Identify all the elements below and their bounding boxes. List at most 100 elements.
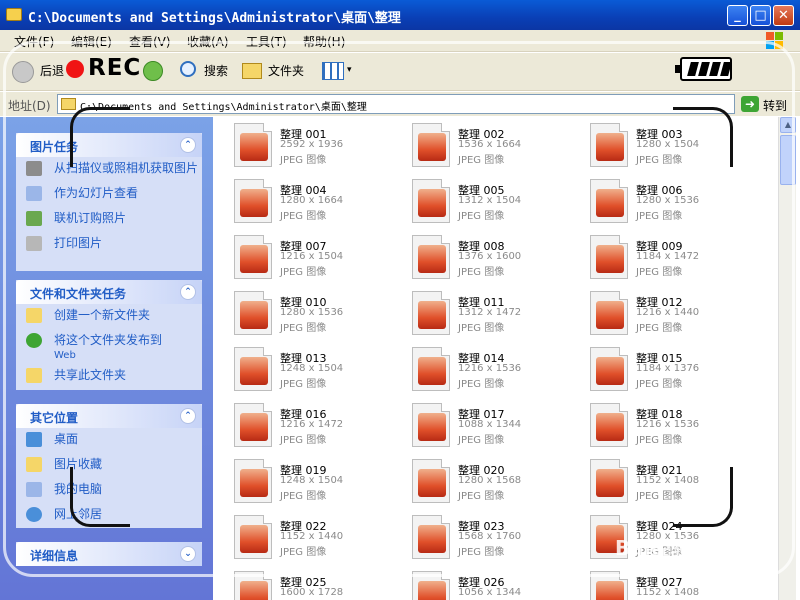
file-item[interactable]: 整理 006 1280 x 1536 JPEG 图像 bbox=[580, 175, 750, 225]
file-item[interactable]: 整理 019 1248 x 1504 JPEG 图像 bbox=[224, 455, 394, 505]
search-icon bbox=[180, 61, 196, 77]
file-item[interactable]: 整理 004 1280 x 1664 JPEG 图像 bbox=[224, 175, 394, 225]
menu-view[interactable]: 查看(V) bbox=[129, 33, 171, 50]
file-type: JPEG 图像 bbox=[280, 547, 327, 558]
file-item[interactable]: 整理 0271152 x 1408JPEG 图像 bbox=[580, 567, 750, 600]
my-computer-icon bbox=[26, 482, 42, 497]
menu-edit[interactable]: 编辑(E) bbox=[71, 33, 112, 50]
search-button[interactable]: 搜索 bbox=[204, 62, 228, 79]
publish-web-icon bbox=[26, 333, 42, 348]
file-item[interactable]: 整理 011 1312 x 1472 JPEG 图像 bbox=[402, 287, 572, 337]
back-button[interactable]: 后退 bbox=[40, 62, 64, 79]
task-print[interactable]: 打印图片 bbox=[26, 236, 202, 256]
collapse-icon[interactable]: ⌃ bbox=[180, 137, 196, 153]
menu-file[interactable]: 文件(F) bbox=[14, 33, 54, 50]
file-dimensions: 1088 x 1344 bbox=[458, 419, 522, 430]
go-arrow-icon[interactable]: ➜ bbox=[741, 96, 759, 112]
file-item[interactable]: 整理 016 1216 x 1472 JPEG 图像 bbox=[224, 399, 394, 449]
file-item[interactable]: 整理 014 1216 x 1536 JPEG 图像 bbox=[402, 343, 572, 393]
task-slideshow[interactable]: 作为幻灯片查看 bbox=[26, 186, 202, 206]
task-share-folder[interactable]: 共享此文件夹 bbox=[26, 368, 202, 388]
file-item[interactable]: 整理 0251600 x 1728JPEG 图像 bbox=[224, 567, 394, 600]
scroll-up-icon[interactable]: ▲ bbox=[780, 117, 796, 133]
task-publish-web[interactable]: 将这个文件夹发布到 Web bbox=[26, 333, 202, 363]
file-item[interactable]: 整理 010 1280 x 1536 JPEG 图像 bbox=[224, 287, 394, 337]
file-item[interactable]: 整理 018 1216 x 1536 JPEG 图像 bbox=[580, 399, 750, 449]
rec-label: REC bbox=[88, 55, 142, 81]
picture-tasks-header[interactable]: 图片任务 ⌃ bbox=[16, 133, 202, 157]
close-button[interactable]: ✕ bbox=[773, 5, 794, 26]
file-dimensions: 1184 x 1472 bbox=[636, 251, 700, 262]
other-places-header[interactable]: 其它位置 ⌃ bbox=[16, 404, 202, 428]
file-type: JPEG 图像 bbox=[636, 491, 683, 502]
views-dropdown-icon[interactable]: ▾ bbox=[347, 65, 352, 75]
details-header[interactable]: 详细信息 ⌄ bbox=[16, 542, 202, 566]
vertical-scrollbar[interactable]: ▲ bbox=[778, 117, 796, 600]
place-my-computer[interactable]: 我的电脑 bbox=[26, 482, 202, 502]
place-label: 桌面 bbox=[54, 432, 79, 446]
file-dimensions: 1216 x 1472 bbox=[280, 419, 344, 430]
file-item[interactable]: 整理 022 1152 x 1440 JPEG 图像 bbox=[224, 511, 394, 561]
place-my-pictures[interactable]: 图片收藏 bbox=[26, 457, 202, 477]
maximize-button[interactable]: □ bbox=[750, 5, 771, 26]
collapse-icon[interactable]: ⌃ bbox=[180, 408, 196, 424]
camera-icon bbox=[26, 161, 42, 176]
menu-favorites[interactable]: 收藏(A) bbox=[187, 33, 229, 50]
file-item[interactable]: 整理 009 1184 x 1472 JPEG 图像 bbox=[580, 231, 750, 281]
file-tasks-header[interactable]: 文件和文件夹任务 ⌃ bbox=[16, 280, 202, 304]
place-label: 图片收藏 bbox=[54, 457, 103, 471]
file-type: JPEG 图像 bbox=[280, 435, 327, 446]
go-button[interactable]: 转到 bbox=[763, 97, 787, 114]
jpeg-thumbnail-icon bbox=[234, 403, 272, 447]
task-label: 作为幻灯片查看 bbox=[54, 186, 139, 200]
up-folder-icon[interactable] bbox=[143, 61, 163, 81]
file-type: JPEG 图像 bbox=[636, 547, 683, 558]
file-item[interactable]: 整理 013 1248 x 1504 JPEG 图像 bbox=[224, 343, 394, 393]
other-places-title: 其它位置 bbox=[30, 411, 79, 425]
file-item[interactable]: 整理 021 1152 x 1408 JPEG 图像 bbox=[580, 455, 750, 505]
address-input[interactable]: C:\Documents and Settings\Administrator\… bbox=[57, 94, 735, 114]
file-dimensions: 1216 x 1536 bbox=[458, 363, 522, 374]
task-label: 共享此文件夹 bbox=[54, 368, 127, 382]
collapse-icon[interactable]: ⌃ bbox=[180, 284, 196, 300]
file-item[interactable]: 整理 017 1088 x 1344 JPEG 图像 bbox=[402, 399, 572, 449]
file-type: JPEG 图像 bbox=[458, 323, 505, 334]
file-item[interactable]: 整理 0261056 x 1344JPEG 图像 bbox=[402, 567, 572, 600]
place-desktop[interactable]: 桌面 bbox=[26, 432, 202, 452]
file-item[interactable]: 整理 003 1280 x 1504 JPEG 图像 bbox=[580, 119, 750, 169]
file-type: JPEG 图像 bbox=[280, 491, 327, 502]
file-item[interactable]: 整理 005 1312 x 1504 JPEG 图像 bbox=[402, 175, 572, 225]
views-icon[interactable] bbox=[322, 62, 344, 80]
file-item[interactable]: 整理 008 1376 x 1600 JPEG 图像 bbox=[402, 231, 572, 281]
file-dimensions: 1248 x 1504 bbox=[280, 363, 344, 374]
expand-icon[interactable]: ⌄ bbox=[180, 546, 196, 562]
place-network[interactable]: 网上邻居 bbox=[26, 507, 202, 527]
back-arrow-icon[interactable] bbox=[12, 61, 34, 83]
menu-tools[interactable]: 工具(T) bbox=[246, 33, 287, 50]
minimize-button[interactable]: _ bbox=[727, 5, 748, 26]
file-dimensions: 1280 x 1536 bbox=[636, 195, 700, 206]
file-dimensions: 1600 x 1728 bbox=[280, 587, 344, 598]
file-item[interactable]: 整理 024 1280 x 1536 JPEG 图像 bbox=[580, 511, 750, 561]
file-type: JPEG 图像 bbox=[280, 379, 327, 390]
address-path[interactable]: C:\Documents and Settings\Administrator\… bbox=[80, 98, 367, 113]
menu-help[interactable]: 帮助(H) bbox=[303, 33, 345, 50]
file-dimensions: 1312 x 1504 bbox=[458, 195, 522, 206]
task-new-folder[interactable]: 创建一个新文件夹 bbox=[26, 308, 202, 328]
task-label: 联机订购照片 bbox=[54, 211, 127, 225]
folders-button[interactable]: 文件夹 bbox=[268, 62, 304, 79]
file-item[interactable]: 整理 023 1568 x 1760 JPEG 图像 bbox=[402, 511, 572, 561]
file-dimensions: 1184 x 1376 bbox=[636, 363, 700, 374]
task-sublabel: Web bbox=[54, 350, 76, 361]
file-item[interactable]: 整理 007 1216 x 1504 JPEG 图像 bbox=[224, 231, 394, 281]
file-item[interactable]: 整理 015 1184 x 1376 JPEG 图像 bbox=[580, 343, 750, 393]
file-item[interactable]: 整理 012 1216 x 1440 JPEG 图像 bbox=[580, 287, 750, 337]
scroll-thumb[interactable] bbox=[780, 135, 796, 185]
file-type: JPEG 图像 bbox=[280, 323, 327, 334]
task-get-from-scanner[interactable]: 从扫描仪或照相机获取图片 bbox=[26, 161, 202, 181]
file-item[interactable]: 整理 001 2592 x 1936 JPEG 图像 bbox=[224, 119, 394, 169]
file-item[interactable]: 整理 020 1280 x 1568 JPEG 图像 bbox=[402, 455, 572, 505]
file-item[interactable]: 整理 002 1536 x 1664 JPEG 图像 bbox=[402, 119, 572, 169]
task-label: 打印图片 bbox=[54, 236, 103, 250]
task-order-prints[interactable]: 联机订购照片 bbox=[26, 211, 202, 231]
